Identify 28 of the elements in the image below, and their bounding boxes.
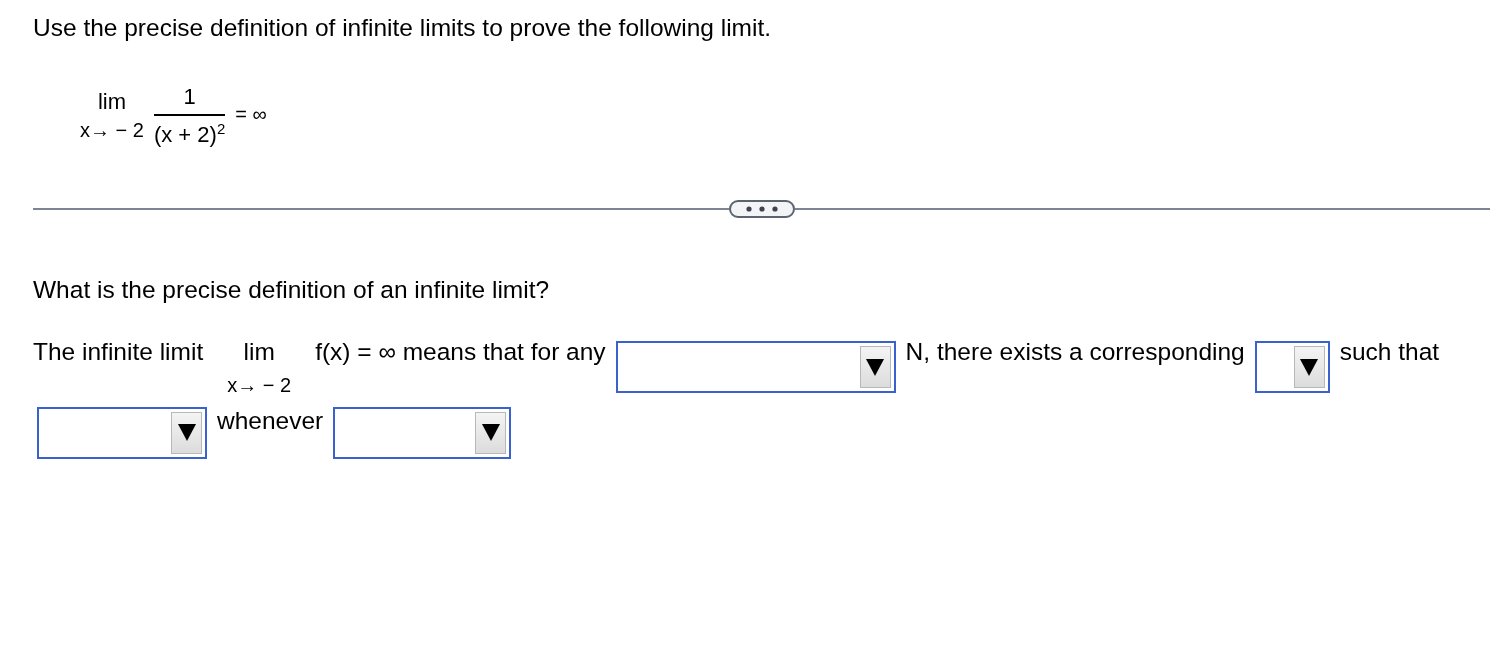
limit-approach: x→ − 2 bbox=[80, 119, 144, 143]
answer-text: f(x) = ∞ means that for any bbox=[315, 337, 606, 366]
prompt-text: Use the precise definition of infinite limits to prove the following limit. bbox=[33, 14, 773, 42]
answer-text: The infinite limit bbox=[33, 337, 204, 366]
dropdown-field[interactable] bbox=[1254, 341, 1330, 394]
expand-button[interactable] bbox=[728, 199, 795, 218]
caret-icon bbox=[866, 358, 885, 376]
limit-result: = ∞ bbox=[235, 103, 267, 127]
numerator: 1 bbox=[182, 84, 197, 110]
dropdown-button[interactable] bbox=[859, 346, 891, 389]
limit-approach: x→ − 2 bbox=[227, 373, 292, 397]
limit-operator: lim bbox=[97, 89, 126, 116]
dropdown-field[interactable] bbox=[615, 341, 896, 394]
dropdown-field[interactable] bbox=[333, 406, 512, 459]
answer-text: such that bbox=[1339, 337, 1440, 366]
dropdown-button[interactable] bbox=[1293, 346, 1325, 389]
denominator: (x + 2)$^{2}$ bbox=[153, 119, 226, 148]
limit-operator: lim bbox=[243, 337, 275, 366]
dropdown-field[interactable] bbox=[37, 406, 207, 459]
dropdown-button[interactable] bbox=[171, 411, 202, 454]
caret-icon bbox=[177, 424, 196, 442]
dropdown-button[interactable] bbox=[475, 411, 507, 454]
ellipsis-icon bbox=[745, 205, 778, 212]
question-text: What is the precise definition of an infinite limit? bbox=[33, 275, 551, 304]
caret-icon bbox=[481, 424, 500, 442]
caret-icon bbox=[1300, 358, 1319, 376]
answer-text: whenever bbox=[217, 406, 324, 435]
answer-text: N, there exists a corresponding bbox=[905, 337, 1245, 366]
